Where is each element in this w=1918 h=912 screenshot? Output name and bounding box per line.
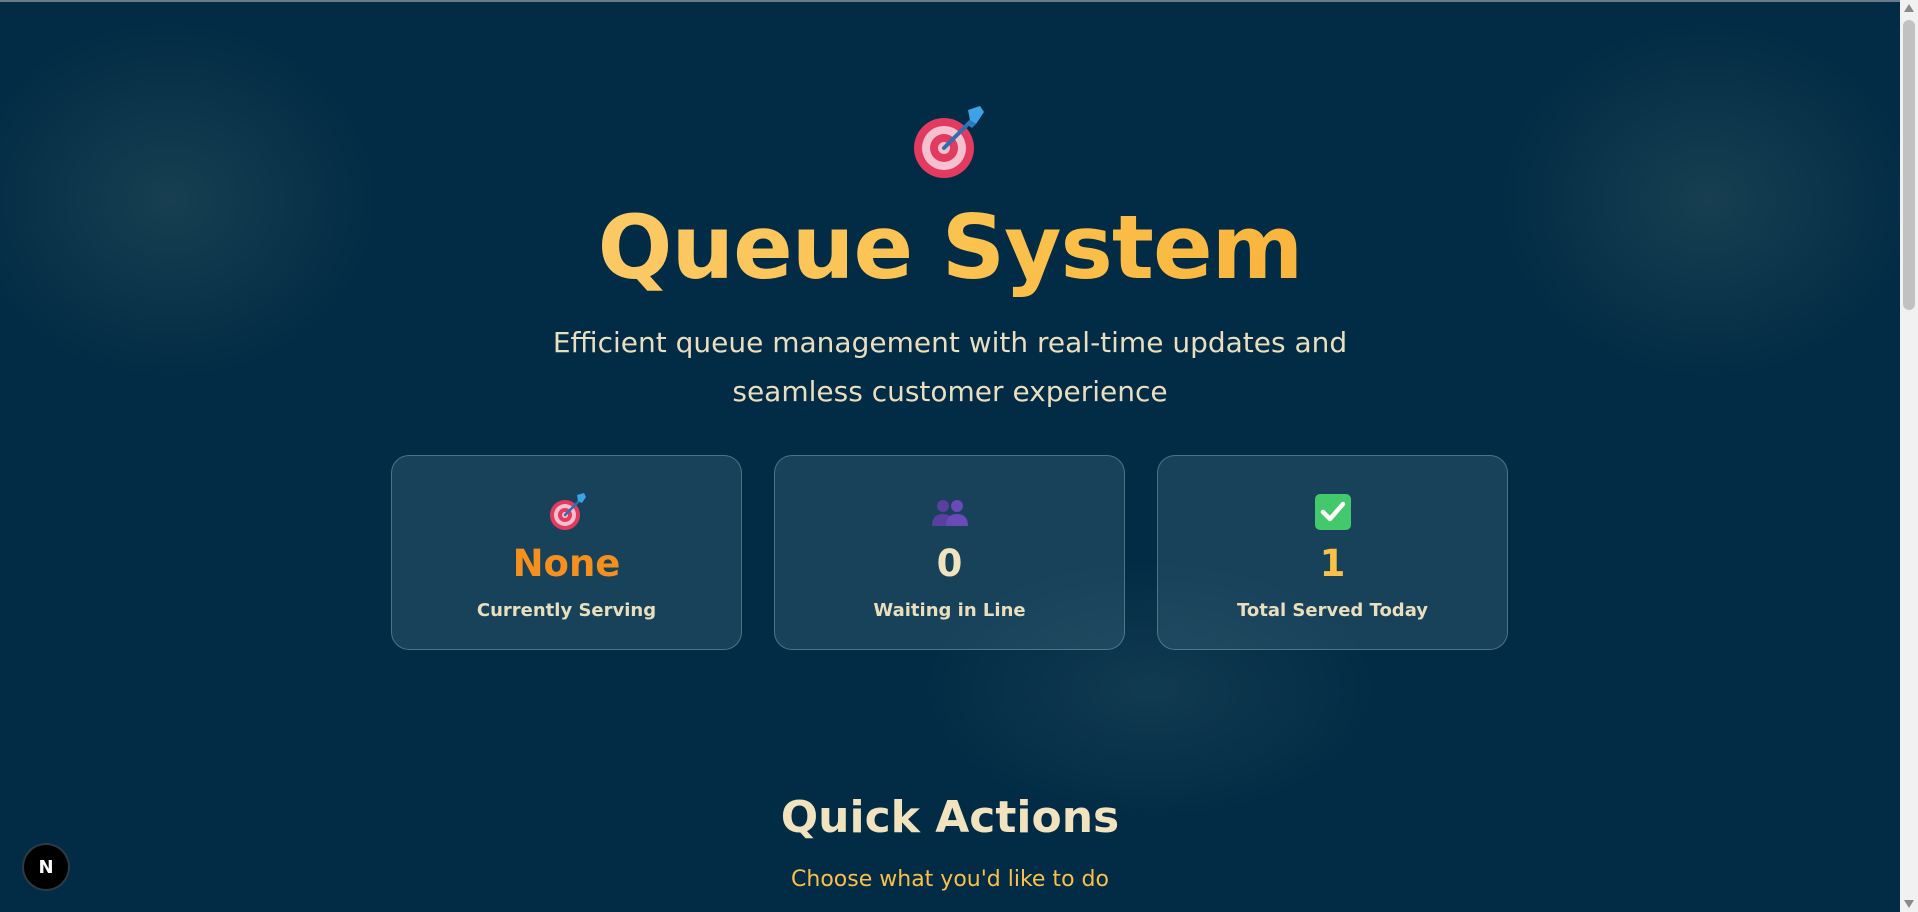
scrollbar-thumb[interactable] (1903, 20, 1915, 310)
stat-value: 1 (1319, 542, 1346, 585)
stat-card-total-served-today: 1 Total Served Today (1157, 455, 1508, 650)
stat-card-waiting-in-line: 0 Waiting in Line (774, 455, 1125, 650)
stat-card-currently-serving: None Currently Serving (391, 455, 742, 650)
target-dart-icon (549, 493, 586, 530)
stat-label: Currently Serving (476, 600, 657, 621)
quick-actions-title: Quick Actions (780, 792, 1120, 843)
target-dart-icon (914, 106, 984, 178)
stat-value: 0 (936, 542, 963, 585)
page-subtitle: Efficient queue management with real-tim… (552, 326, 1348, 408)
stat-label: Total Served Today (1236, 600, 1429, 621)
page: Queue System Efficient queue management … (0, 0, 1918, 912)
stat-value: None (512, 542, 621, 585)
quick-actions-subtitle: Choose what you'd like to do (791, 867, 1109, 892)
nextjs-devtools-icon[interactable]: N (24, 845, 68, 889)
badge-letter: N (38, 856, 54, 878)
main-content: Queue System Efficient queue management … (0, 0, 1900, 912)
people-icon (931, 500, 968, 526)
stat-label: Waiting in Line (873, 600, 1026, 621)
vertical-scrollbar[interactable] (1900, 0, 1918, 912)
scroll-down-arrow-icon[interactable] (1904, 900, 1914, 908)
scroll-up-arrow-icon[interactable] (1904, 4, 1914, 12)
page-title: Queue System (0, 196, 1900, 300)
check-box-icon (1314, 494, 1351, 530)
